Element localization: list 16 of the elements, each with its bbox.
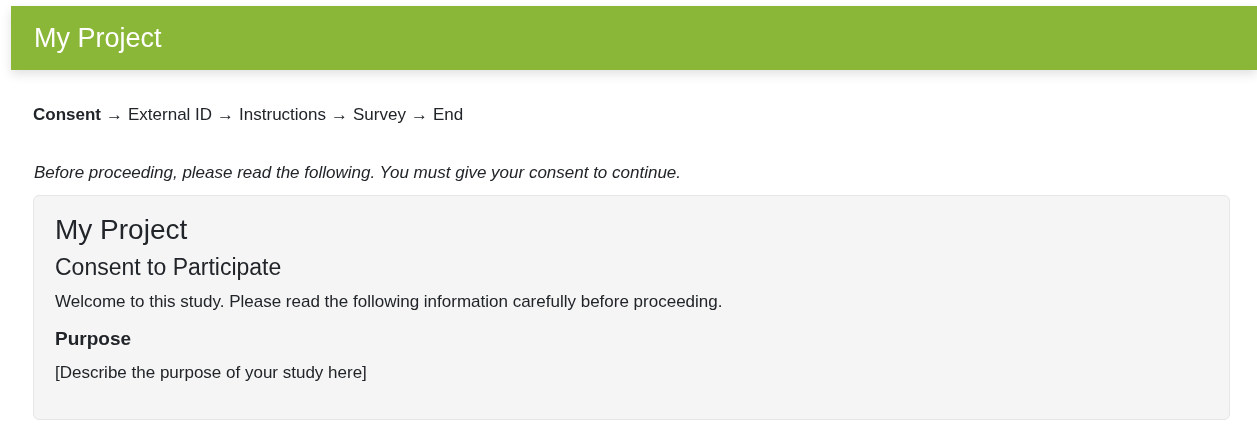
card-title: My Project [55, 214, 189, 246]
instruction-text: Before proceeding, please read the following. You must give your consent to continue. [34, 163, 683, 183]
breadcrumb-step: End [432, 105, 464, 125]
arrow-separator: → [106, 105, 123, 125]
breadcrumb-step: Survey [353, 105, 406, 125]
section-text: [Describe the purpose of your study here] [55, 363, 368, 383]
intro-text: Welcome to this study. Please read the following information carefully before proceeding. [55, 292, 724, 312]
breadcrumb-step: Consent [33, 105, 101, 125]
app-title: My Project [34, 22, 162, 54]
section-heading: Purpose [55, 328, 133, 350]
arrow-separator: → [217, 105, 235, 125]
consent-heading: Consent to Participate [55, 254, 283, 281]
breadcrumb-step: Instructions [239, 105, 327, 125]
breadcrumb-step: External ID [128, 105, 213, 125]
arrow-separator: → [410, 105, 428, 125]
arrow-separator: → [331, 105, 349, 125]
